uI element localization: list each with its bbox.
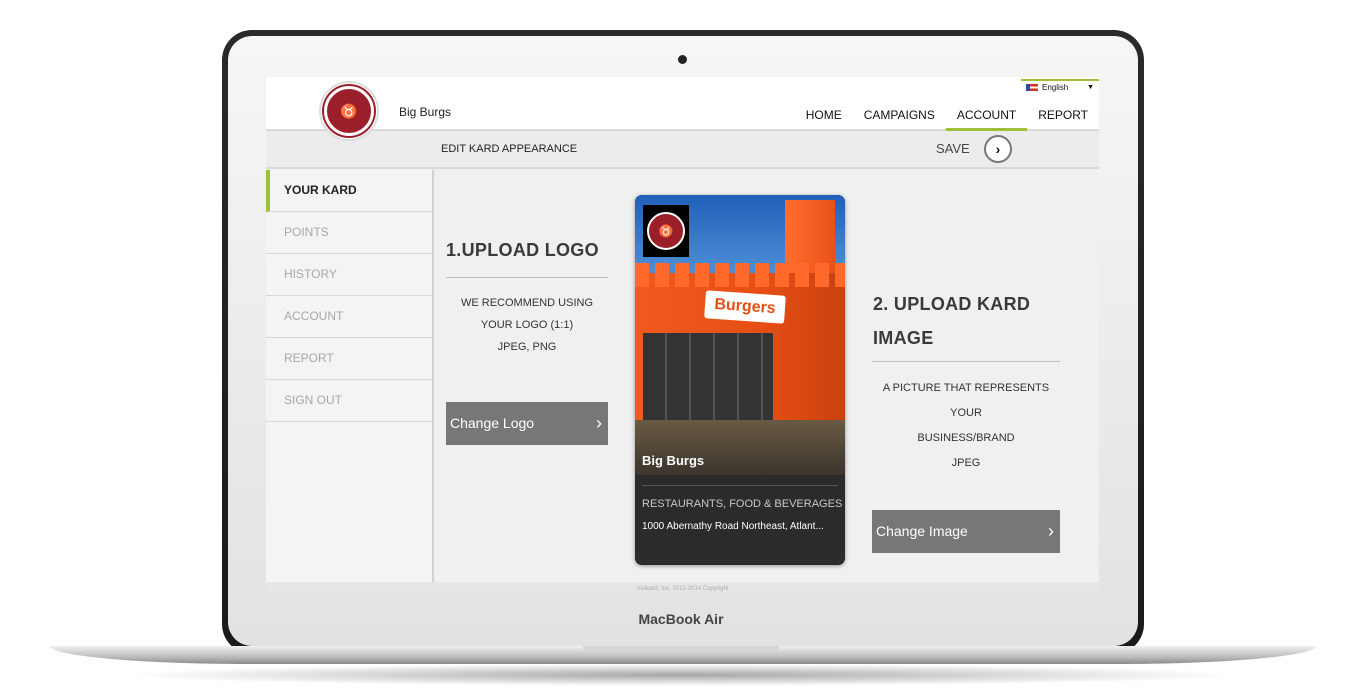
change-logo-label: Change Logo xyxy=(450,415,535,431)
sidebar-item-report[interactable]: REPORT xyxy=(266,338,432,380)
desc-line: BUSINESS/BRAND xyxy=(917,432,1015,444)
caret-down-icon: ▼ xyxy=(1087,84,1094,91)
upload-logo-heading: 1.UPLOAD LOGO xyxy=(446,240,599,260)
nav-report[interactable]: REPORT xyxy=(1027,107,1099,131)
sidebar: YOUR KARD POINTS HISTORY ACCOUNT REPORT … xyxy=(266,170,434,593)
heading-line: IMAGE xyxy=(873,328,934,348)
chevron-right-icon: › xyxy=(1048,521,1054,541)
building-windows xyxy=(643,333,773,433)
desc-line: JPEG, PNG xyxy=(497,341,557,353)
kard-logo: ♉ xyxy=(643,205,689,257)
desc-line: A PICTURE THAT REPRESENTS xyxy=(882,382,1050,394)
app-header: Big Burgs English ▼ HOME CAMPAIGNS ACCOU… xyxy=(266,77,1099,131)
building-roof xyxy=(635,263,845,287)
business-logo[interactable]: ♉ xyxy=(319,81,379,141)
sidebar-item-points[interactable]: POINTS xyxy=(266,212,432,254)
us-flag-icon xyxy=(1026,84,1038,92)
kard-preview: Burgers ♉ Big Burgs RESTAURANTS, FOOD & … xyxy=(635,195,845,565)
save-label[interactable]: SAVE xyxy=(936,141,970,156)
upload-image-heading: 2. UPLOAD KARD IMAGE xyxy=(873,287,1030,355)
copyright: Vivikard, Inc. 2013-2014 Copyright xyxy=(266,582,1099,593)
upload-image-description: A PICTURE THAT REPRESENTS YOUR BUSINESS/… xyxy=(872,376,1060,476)
camera-icon xyxy=(678,55,687,64)
main-content: 1.UPLOAD LOGO WE RECOMMEND USING YOUR LO… xyxy=(436,170,1099,582)
kard-category: RESTAURANTS, FOOD & BEVERAGES xyxy=(642,498,843,510)
edit-toolbar: EDIT KARD APPEARANCE SAVE › xyxy=(266,131,1099,169)
heading-line: 2. UPLOAD KARD xyxy=(873,294,1031,314)
upload-logo-description: WE RECOMMEND USING YOUR LOGO (1:1) JPEG,… xyxy=(446,292,608,358)
building: Burgers xyxy=(635,263,845,433)
kard-image: Burgers ♉ xyxy=(635,195,845,475)
kard-business-name: Big Burgs xyxy=(642,453,705,468)
app-screen: Big Burgs English ▼ HOME CAMPAIGNS ACCOU… xyxy=(266,77,1099,593)
chevron-right-icon: › xyxy=(596,413,602,433)
divider xyxy=(446,277,608,278)
burger-seal-icon: ♉ xyxy=(324,86,374,136)
nav-account[interactable]: ACCOUNT xyxy=(945,107,1028,131)
language-label: English xyxy=(1042,83,1069,92)
change-image-label: Change Image xyxy=(876,523,968,539)
nav-home[interactable]: HOME xyxy=(795,107,853,131)
divider xyxy=(872,361,1060,362)
laptop-shadow xyxy=(120,664,1242,686)
sidebar-item-account[interactable]: ACCOUNT xyxy=(266,296,432,338)
desc-line: WE RECOMMEND USING xyxy=(461,297,593,309)
desc-line: JPEG xyxy=(951,457,981,469)
desc-line: YOUR xyxy=(950,407,982,419)
page-title: EDIT KARD APPEARANCE xyxy=(441,143,578,155)
nav-campaigns[interactable]: CAMPAIGNS xyxy=(853,107,946,131)
desc-line: YOUR LOGO (1:1) xyxy=(480,319,574,331)
kard-address: 1000 Abernathy Road Northeast, Atlant... xyxy=(642,521,824,532)
change-logo-button[interactable]: Change Logo › xyxy=(446,402,608,445)
stage: MacBook Air Big Burgs English ▼ HOME CAM… xyxy=(0,0,1362,697)
laptop-notch xyxy=(583,646,779,652)
burger-seal-icon: ♉ xyxy=(647,212,685,250)
save-button[interactable]: › xyxy=(984,135,1012,163)
business-name: Big Burgs xyxy=(399,105,452,119)
sidebar-item-history[interactable]: HISTORY xyxy=(266,254,432,296)
sidebar-item-sign-out[interactable]: SIGN OUT xyxy=(266,380,432,422)
main-nav: HOME CAMPAIGNS ACCOUNT REPORT xyxy=(795,107,1099,131)
chevron-right-icon: › xyxy=(995,141,1001,157)
kard-divider xyxy=(642,485,838,486)
bull-icon: ♉ xyxy=(340,102,358,119)
language-selector[interactable]: English ▼ xyxy=(1021,79,1099,95)
device-brand: MacBook Air xyxy=(638,611,724,627)
change-image-button[interactable]: Change Image › xyxy=(872,510,1060,553)
sidebar-item-your-kard[interactable]: YOUR KARD xyxy=(266,170,432,212)
burgers-sign: Burgers xyxy=(704,290,786,324)
